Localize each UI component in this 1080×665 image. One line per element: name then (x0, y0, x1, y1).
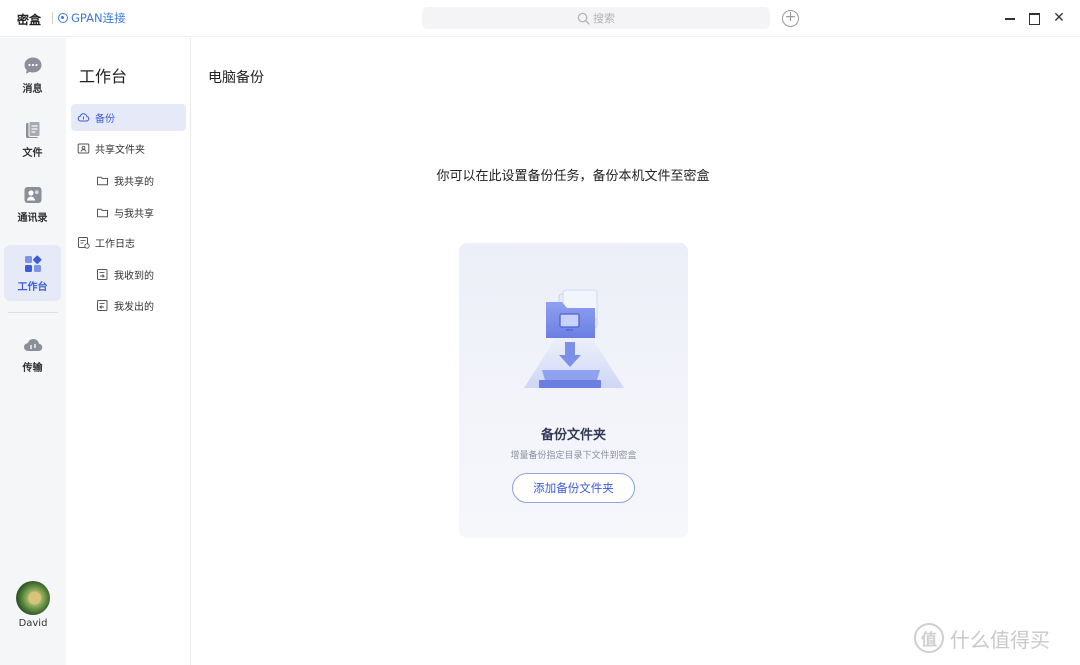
cloud-backup-icon (77, 113, 90, 122)
nav-item-received[interactable]: 我收到的 (71, 261, 186, 288)
add-backup-folder-button[interactable]: 添加备份文件夹 (512, 473, 635, 503)
gpan-status-icon (58, 13, 68, 23)
nav-item-shared-folder[interactable]: 共享文件夹 (71, 135, 186, 162)
nav-label: 与我共享 (114, 209, 154, 220)
nav-label: 共享文件夹 (95, 145, 145, 156)
file-icon (25, 121, 40, 138)
message-icon (24, 57, 41, 74)
add-icon[interactable]: + (782, 10, 799, 27)
maximize-button[interactable] (1027, 11, 1041, 25)
nav-item-worklog[interactable]: 工作日志 (71, 229, 186, 256)
watermark-text: 什么值得买 (950, 627, 1050, 652)
title-bar: 密盒 GPAN连接 搜索 + ✕ (0, 0, 1080, 37)
rail-label: 传输 (22, 363, 43, 374)
workbench-title: 工作台 (79, 67, 128, 86)
contacts-icon (24, 187, 41, 203)
rail-label: 通讯录 (17, 213, 48, 224)
worklog-icon (78, 237, 90, 249)
search-placeholder: 搜索 (593, 12, 615, 25)
search-input[interactable]: 搜索 (422, 7, 770, 29)
watermark: 值 什么值得买 (914, 623, 1050, 653)
nav-label: 我发出的 (114, 302, 154, 313)
nav-item-sent[interactable]: 我发出的 (71, 292, 186, 319)
doc-received-icon (97, 269, 108, 280)
rail-item-messages[interactable]: 消息 (4, 47, 61, 103)
gpan-label: GPAN连接 (71, 11, 126, 25)
nav-label: 工作日志 (95, 239, 135, 250)
rail-item-files[interactable]: 文件 (4, 111, 61, 167)
workbench-icon (24, 255, 41, 272)
card-description: 增量备份指定目录下文件到密盒 (510, 451, 637, 461)
minimize-button[interactable] (1003, 11, 1017, 25)
rail-label: 消息 (22, 84, 43, 95)
folder-icon (97, 208, 108, 218)
main-content: 电脑备份 你可以在此设置备份任务，备份本机文件至密盒 备份文件夹 增量备份指定目… (191, 38, 1080, 665)
rail-divider (8, 312, 58, 313)
rail-label: 工作台 (17, 282, 48, 293)
user-name: David (18, 618, 48, 629)
nav-item-my-shared[interactable]: 我共享的 (71, 167, 186, 194)
shared-folder-icon (77, 143, 90, 154)
icon-rail: 消息 文件 通讯录 工作台 传输 David (0, 38, 66, 665)
app-name: 密盒 (17, 13, 42, 27)
page-title: 电脑备份 (208, 70, 264, 86)
nav-item-backup[interactable]: 备份 (71, 104, 186, 131)
doc-sent-icon (97, 300, 108, 311)
nav-label: 备份 (95, 114, 115, 125)
rail-label: 文件 (22, 148, 43, 159)
nav-label: 我收到的 (114, 271, 154, 282)
backup-folder-card: 备份文件夹 增量备份指定目录下文件到密盒 添加备份文件夹 (459, 243, 688, 538)
close-button[interactable]: ✕ (1052, 11, 1066, 25)
rail-item-contacts[interactable]: 通讯录 (4, 176, 61, 232)
folder-icon (97, 176, 108, 186)
user-avatar[interactable] (16, 581, 50, 615)
rail-item-workbench[interactable]: 工作台 (4, 245, 61, 301)
title-separator (52, 12, 53, 24)
backup-folder-illustration (524, 289, 624, 388)
card-title: 备份文件夹 (540, 428, 606, 443)
cloud-transfer-icon (23, 339, 42, 351)
search-icon (577, 12, 590, 25)
nav-item-shared-with-me[interactable]: 与我共享 (71, 199, 186, 226)
rail-item-transfer[interactable]: 传输 (4, 326, 61, 382)
watermark-logo: 值 (914, 623, 944, 653)
nav-label: 我共享的 (114, 177, 154, 188)
gpan-connect-link[interactable]: GPAN连接 (58, 10, 126, 26)
app-window: 密盒 GPAN连接 搜索 + ✕ 消息 文件 通讯录 工作台 传输 David … (0, 0, 1080, 665)
workbench-nav: 工作台 备份 共享文件夹 我共享的 与我共享 工作日志 我收到的 我发出的 (66, 38, 191, 665)
intro-text: 你可以在此设置备份任务，备份本机文件至密盒 (436, 169, 710, 184)
